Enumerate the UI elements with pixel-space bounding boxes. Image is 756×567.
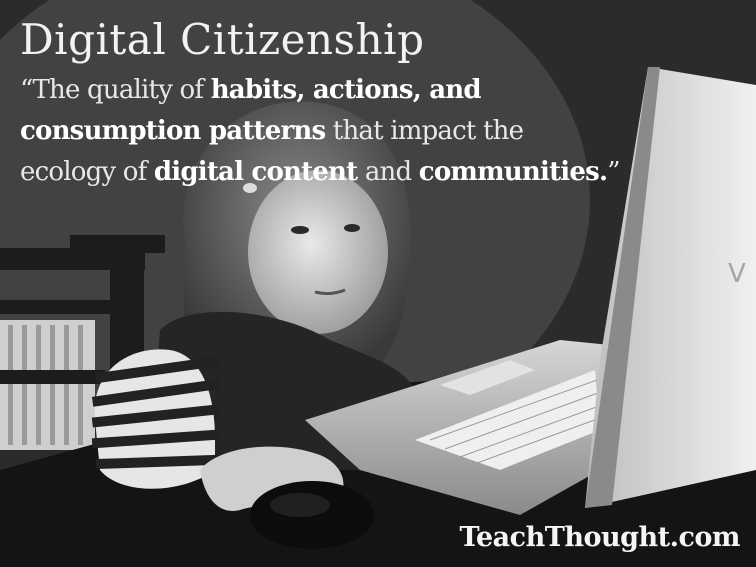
- computer-mouse: [250, 481, 374, 549]
- quote-open-mark: “: [20, 75, 33, 105]
- poster: V Digital Citizenship “The quality of ha…: [0, 0, 756, 567]
- quote-part-2: that impact the: [325, 116, 524, 146]
- quote-bold-3: digital content: [153, 157, 358, 187]
- laptop-logo-text: V: [728, 259, 746, 289]
- quote-part-3: ecology of: [20, 157, 154, 187]
- quote-part-1: The quality of: [32, 75, 211, 105]
- quote-close-mark: ”: [607, 157, 620, 187]
- quote-bold-1: habits, actions, and: [210, 75, 482, 105]
- quote-part-4: and: [357, 157, 419, 187]
- radiator: [0, 320, 95, 450]
- brand-watermark: TeachThought.com: [459, 522, 741, 553]
- quote-bold-4: communities.: [418, 157, 608, 187]
- poster-title: Digital Citizenship: [20, 15, 425, 64]
- quote-bold-2: consumption patterns: [20, 116, 326, 146]
- quote-text: “The quality of habits, actions, and cons…: [20, 70, 620, 193]
